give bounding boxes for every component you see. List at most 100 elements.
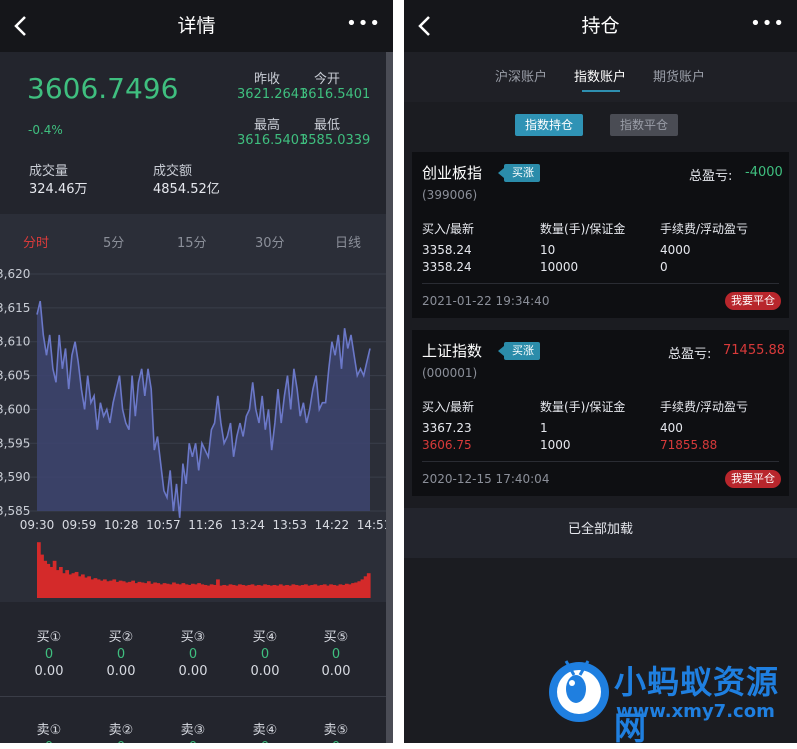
x-tick-label: 10:28 [104,518,139,532]
amount-label: 成交额 [153,164,193,179]
sell-level-1: 卖①0 [36,723,62,743]
close-position-button[interactable]: 我要平仓 [725,292,781,310]
intraday-chart: 分时 5分 15分 30分 日线 3,6203,6153,6103,6053,6… [0,214,386,602]
buy-price: 3367.23 [422,421,472,435]
header-qty-margin: 数量(手)/保证金 [540,222,626,236]
page-title: 详情 [177,15,216,37]
instrument-code: (000001) [422,366,478,380]
more-icon[interactable]: ••• [750,13,785,34]
page-title: 持仓 [581,15,620,37]
tab-sh-sz-account[interactable]: 沪深账户 [495,66,547,85]
margin: 10000 [540,260,579,274]
y-tick-label: 3,585 [0,504,30,518]
change-percent: -0.4% [28,123,63,137]
quantity: 10 [540,243,556,257]
floating-pnl: 0 [660,260,668,274]
x-tick-label: 13:53 [272,518,307,532]
buy-level-2: 买② 0 0.00 [106,630,136,679]
account-tabs: 沪深账户 指数账户 期货账户 [404,52,797,102]
buy-level-3: 买③ 0 0.00 [178,630,208,679]
tab-futures-account[interactable]: 期货账户 [653,66,705,85]
x-tick-label: 09:30 [20,518,55,532]
prev-close-label: 昨收 [254,72,281,87]
price-volume-svg: 3,620 3,615 3,610 3,605 3,600 3,595 3,590 3,585… [0,267,386,598]
y-tick-label: 3,620 [0,267,30,281]
x-tick-label: 09:59 [62,518,97,532]
watermark-url: www.xmy7.com [616,701,775,722]
sell-book: 卖①0 卖②0 卖③0 卖④0 卖⑤0 [0,697,386,743]
total-pnl-label: 总盈亏: [689,169,733,184]
volume-label: 成交量 [29,164,69,179]
direction-badge: 买涨 [498,342,540,360]
buy-level-1: 买① 0 0.00 [34,630,64,679]
positions-panel: 持仓 ••• 沪深账户 指数账户 期货账户 指数持仓 指数平仓 创业板指 买涨 … [404,0,797,743]
buy-level-4: 买④ 0 0.00 [250,630,280,679]
quote-summary: 3606.7496 -0.4% 昨收 3621.2641 今开 3616.540… [0,52,393,212]
prev-close-value: 3621.2641 [237,87,308,102]
x-tick-label: 14:51 [357,518,386,532]
more-icon[interactable]: ••• [346,13,381,34]
header-buy-latest: 买入/最新 [422,222,475,236]
latest-price: 3358.24 [422,260,472,274]
total-pnl-value: -4000 [745,165,783,180]
sell-level-4: 卖④0 [252,723,278,743]
index-closed-button[interactable]: 指数平仓 [610,114,679,136]
positions-header: 持仓 ••• [404,0,797,52]
header-buy-latest: 买入/最新 [422,400,475,414]
current-price: 3606.7496 [27,72,179,105]
total-pnl-label: 总盈亏: [668,347,712,362]
y-tick-label: 3,600 [0,402,30,416]
scrollbar[interactable] [386,52,393,743]
open-time: 2020-12-15 17:40:04 [422,472,550,486]
latest-price: 3606.75 [422,438,472,452]
direction-badge: 买涨 [498,164,540,182]
header-qty-margin: 数量(手)/保证金 [540,400,626,414]
quantity: 1 [540,421,548,435]
y-tick-label: 3,595 [0,436,30,450]
all-loaded-message: 已全部加载 [404,508,797,558]
detail-header: 详情 ••• [0,0,393,52]
fee: 4000 [660,243,691,257]
ant-logo-icon [549,660,609,722]
sell-level-2: 卖②0 [108,723,134,743]
instrument-name: 上证指数 [422,342,483,360]
floating-pnl: 71855.88 [660,438,718,452]
card-divider [422,461,779,462]
open-value: 3616.5401 [300,87,371,102]
instrument-code: (399006) [422,188,478,202]
low-value: 3585.0339 [300,133,371,148]
close-position-button[interactable]: 我要平仓 [725,470,781,488]
buy-book: 买① 0 0.00 买② 0 0.00 买③ 0 0.00 买④ 0 0.00 买⑤ 0 0.00 [0,604,386,696]
x-tick-label: 11:26 [188,518,223,532]
open-time: 2021-01-22 19:34:40 [422,294,550,308]
high-label: 最高 [254,118,281,133]
detail-panel: 详情 ••• 3606.7496 -0.4% 昨收 3621.2641 今开 3… [0,0,393,743]
volume-bar [366,573,371,598]
y-tick-label: 3,610 [0,335,30,349]
index-holdings-button[interactable]: 指数持仓 [515,114,584,136]
open-label: 今开 [314,72,341,87]
volume-value: 324.46万 [29,182,88,197]
low-label: 最低 [314,118,341,133]
high-value: 3616.5401 [237,133,308,148]
position-card: 创业板指 买涨 (399006) 总盈亏: -4000 买入/最新 数量(手)/… [412,152,789,318]
y-tick-label: 3,615 [0,301,30,315]
total-pnl-value: 71455.88 [723,343,786,358]
fee: 400 [660,421,683,435]
x-tick-label: 10:57 [146,518,181,532]
sell-level-5: 卖⑤0 [323,723,349,743]
header-fee-pnl: 手续费/浮动盈亏 [660,222,749,236]
y-tick-label: 3,590 [0,470,30,484]
x-tick-label: 14:22 [315,518,350,532]
buy-price: 3358.24 [422,243,472,257]
margin: 1000 [540,438,571,452]
watermark: 小蚂蚁资源网 www.xmy7.com [544,655,797,747]
position-card: 上证指数 买涨 (000001) 总盈亏: 71455.88 买入/最新 数量(… [412,330,789,496]
amount-value: 4854.52亿 [153,182,220,197]
active-tab-underline [582,90,620,92]
tab-index-account[interactable]: 指数账户 [574,66,626,85]
instrument-name: 创业板指 [422,164,483,182]
buy-level-5: 买⑤ 0 0.00 [321,630,351,679]
y-tick-label: 3,605 [0,369,30,383]
header-fee-pnl: 手续费/浮动盈亏 [660,400,749,414]
